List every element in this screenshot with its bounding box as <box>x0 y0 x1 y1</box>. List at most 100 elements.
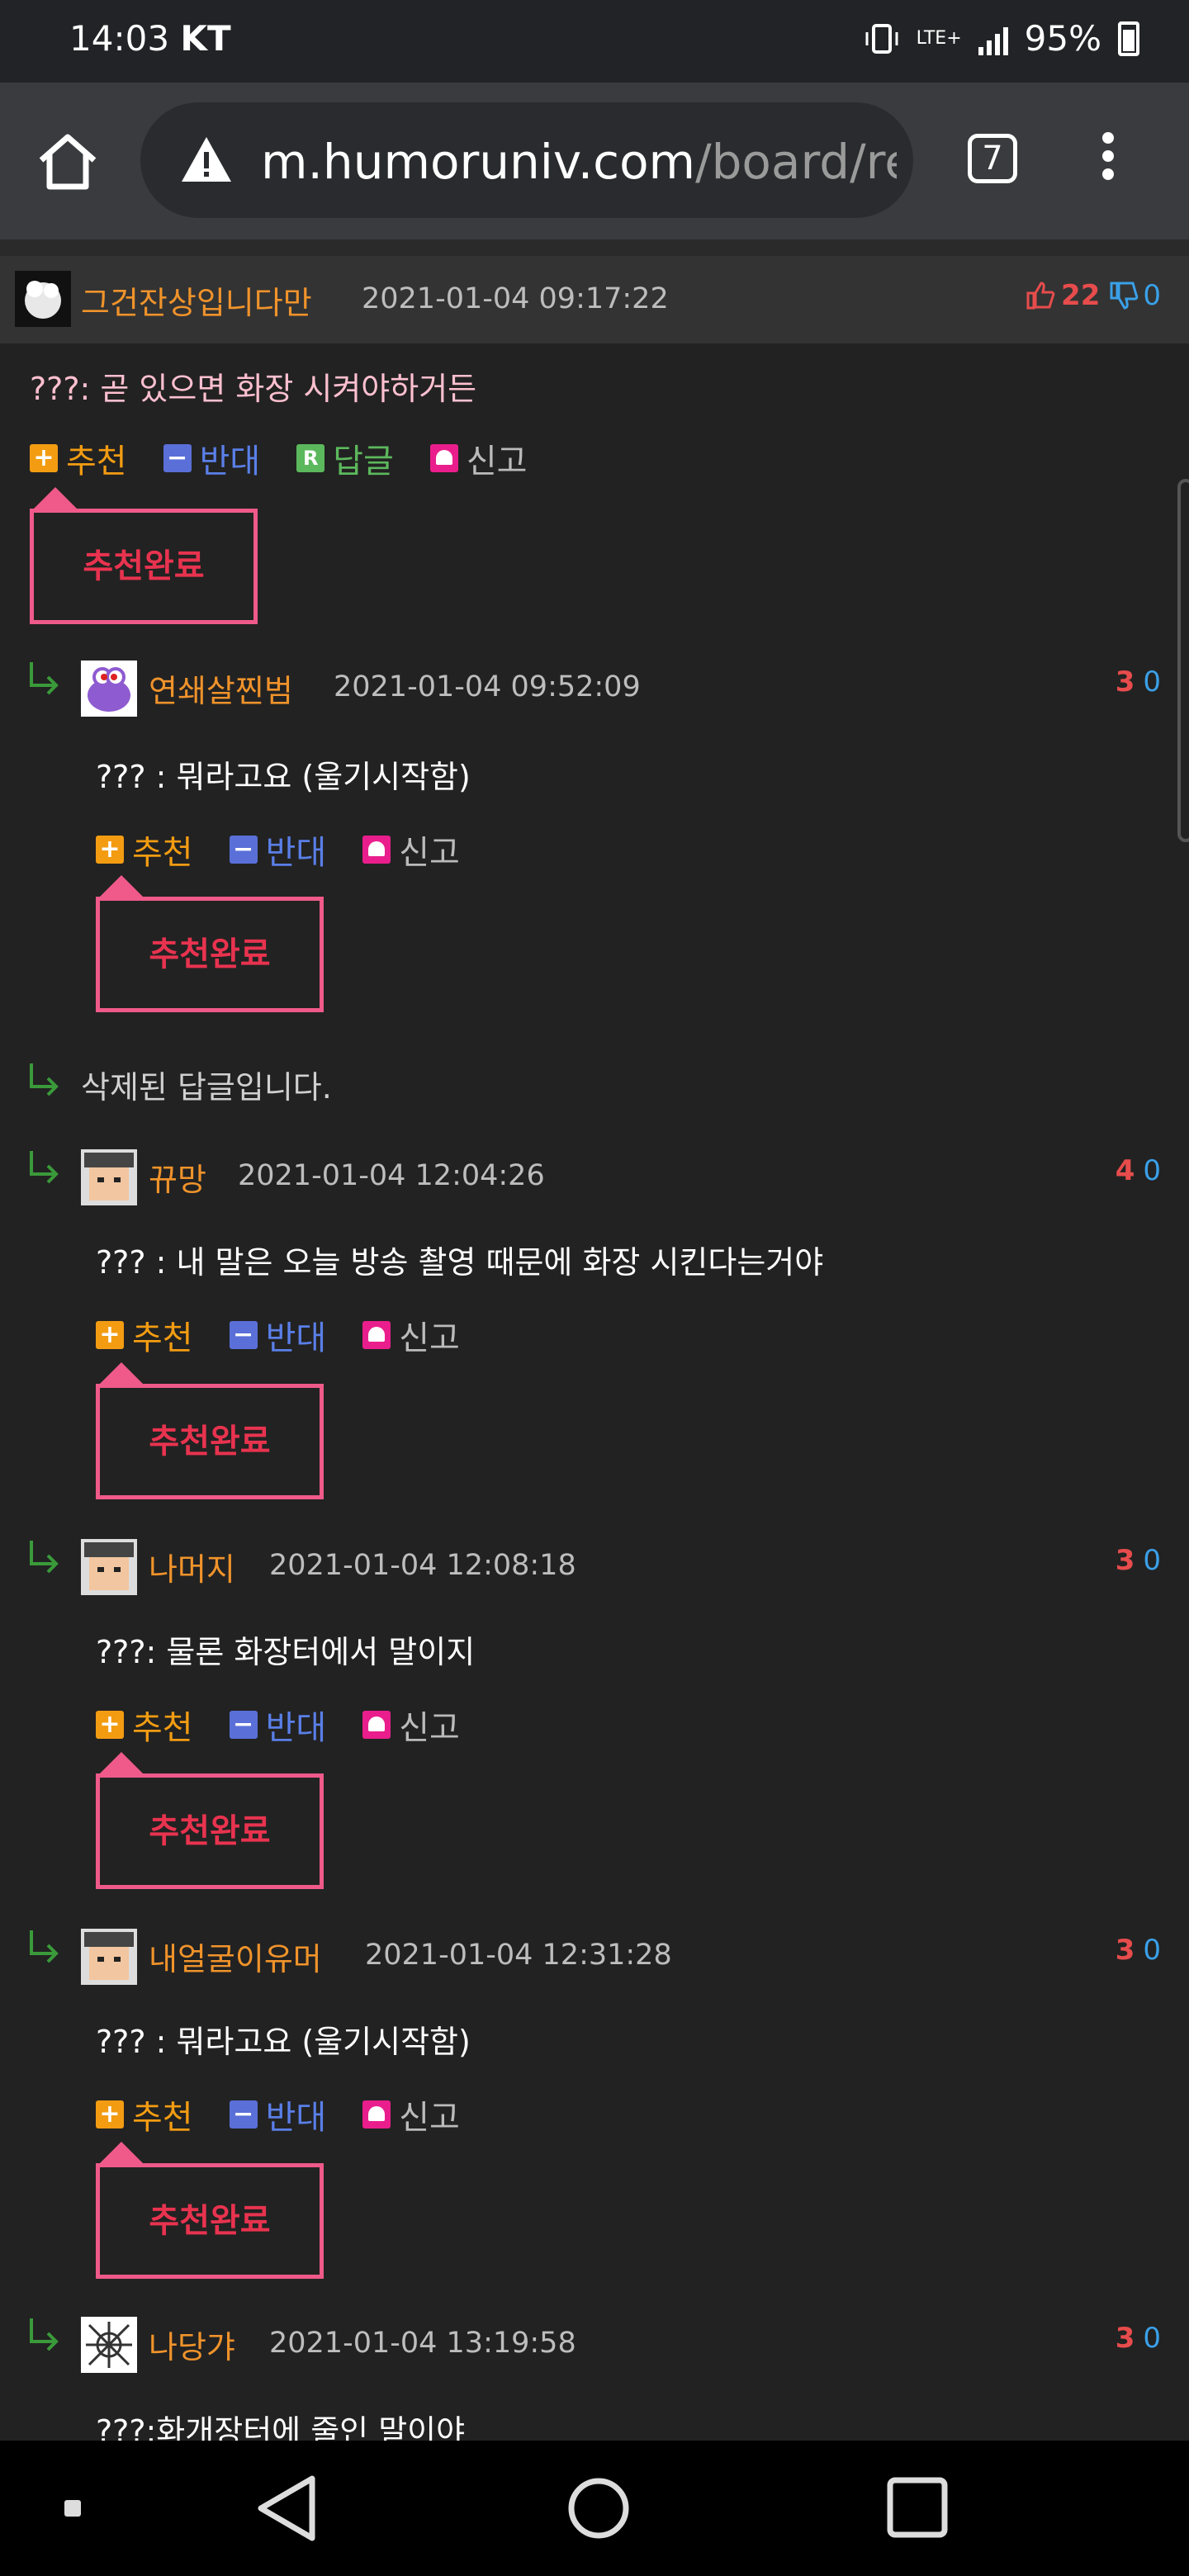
downvote-count: 0 <box>1143 1154 1161 1187</box>
siren-icon <box>362 1321 391 1349</box>
report-label: 신고 <box>466 443 528 481</box>
report-label: 신고 <box>399 1319 460 1357</box>
oppose-button[interactable]: − 반대 <box>229 1311 327 1359</box>
oppose-label: 반대 <box>199 443 261 481</box>
reply-label: 답글 <box>333 443 394 481</box>
thumb-down-icon <box>1110 282 1139 310</box>
comment-date: 2021-01-04 12:04:26 <box>238 1159 545 1192</box>
toolbar-divider <box>0 239 1189 256</box>
comment-author[interactable]: 연쇄살찐범 <box>149 665 293 711</box>
oppose-label: 반대 <box>265 1319 327 1357</box>
recommend-button[interactable]: + 추천 <box>30 434 127 482</box>
small-square-icon[interactable] <box>50 2441 99 2576</box>
comment-text: ???: 물론 화장터에서 말이지 <box>96 1634 476 1670</box>
home-icon[interactable] <box>36 130 99 193</box>
avatar[interactable] <box>81 1539 137 1595</box>
url-text[interactable]: m.humoruniv.com/board/re <box>261 134 897 190</box>
siren-icon <box>429 444 458 472</box>
status-bar: 14:03 KT LTE+ 95% <box>0 0 1189 83</box>
report-label: 신고 <box>399 834 460 872</box>
comment-text: ???: 곧 있으면 화장 시켜야하거든 <box>30 371 477 407</box>
recent-square-icon[interactable] <box>880 2441 955 2576</box>
report-button[interactable]: 신고 <box>429 434 528 482</box>
reply-arrow-icon <box>30 662 59 695</box>
back-triangle-icon[interactable] <box>248 2441 330 2576</box>
comment-actions: + 추천 − 반대 신고 <box>96 826 496 874</box>
oppose-button[interactable]: − 반대 <box>229 826 327 874</box>
url-path: /board/re <box>695 134 897 190</box>
recommend-button[interactable]: + 추천 <box>96 2091 193 2138</box>
recommend-button[interactable]: + 추천 <box>96 1701 193 1749</box>
tab-switcher-button[interactable]: 7 <box>968 134 1017 183</box>
comment-date: 2021-01-04 12:08:18 <box>269 1549 576 1582</box>
comment-actions: + 추천 − 반대 신고 <box>96 1311 496 1359</box>
home-circle-icon[interactable] <box>561 2441 636 2576</box>
report-button[interactable]: 신고 <box>362 2091 460 2138</box>
avatar[interactable] <box>81 2317 137 2373</box>
status-time: 14:03 KT <box>69 18 231 59</box>
report-button[interactable]: 신고 <box>362 1701 460 1749</box>
comment-date: 2021-01-04 09:52:09 <box>334 670 641 703</box>
avatar[interactable] <box>81 661 137 717</box>
recommend-button[interactable]: + 추천 <box>96 1311 193 1359</box>
oppose-label: 반대 <box>265 2099 327 2137</box>
scroll-indicator[interactable] <box>1177 479 1189 842</box>
vote-counts: 30 <box>1116 1544 1161 1577</box>
recommend-button[interactable]: + 추천 <box>96 826 193 874</box>
recommend-label: 추천 <box>132 834 193 872</box>
reply-arrow-icon <box>30 1063 59 1096</box>
status-icons: LTE+ 95% <box>864 18 1139 59</box>
reply-button[interactable]: R 답글 <box>296 434 394 482</box>
comment-author[interactable]: 그건잔상입니다만 <box>81 277 312 323</box>
downvote-count: 0 <box>1143 1544 1161 1577</box>
avatar[interactable] <box>81 1929 137 1985</box>
oppose-button[interactable]: − 반대 <box>229 1701 327 1749</box>
comment-author[interactable]: 나당갸 <box>149 2322 235 2367</box>
recommend-label: 추천 <box>132 2099 193 2137</box>
minus-icon: − <box>163 444 192 472</box>
upvote-count: 3 <box>1115 1544 1135 1577</box>
reply-r-icon: R <box>296 444 325 472</box>
downvote-count: 0 <box>1143 665 1161 698</box>
address-bar[interactable]: m.humoruniv.com/board/re <box>140 102 913 218</box>
report-button[interactable]: 신고 <box>362 1311 460 1359</box>
siren-icon <box>362 836 391 864</box>
recommended-badge: 추천완료 <box>96 875 324 1012</box>
report-label: 신고 <box>399 2099 460 2137</box>
siren-icon <box>362 2100 391 2129</box>
comment-author[interactable]: 뀨망 <box>149 1154 206 1200</box>
more-vert-icon[interactable] <box>1098 127 1118 193</box>
oppose-button[interactable]: − 반대 <box>229 2091 327 2138</box>
oppose-label: 반대 <box>265 834 327 872</box>
downvote-count: 0 <box>1143 279 1161 312</box>
minus-icon: − <box>229 1711 258 1739</box>
reply-arrow-icon <box>30 1541 59 1574</box>
oppose-label: 반대 <box>265 1709 327 1747</box>
reply-arrow-icon <box>30 1151 59 1184</box>
system-nav-bar <box>0 2441 1189 2576</box>
upvote-count: 3 <box>1115 2322 1135 2355</box>
report-button[interactable]: 신고 <box>362 826 460 874</box>
carrier: KT <box>180 18 231 59</box>
recommended-badge: 추천완료 <box>96 1362 324 1499</box>
vote-counts: 30 <box>1116 665 1161 698</box>
vote-counts: 30 <box>1116 2322 1161 2355</box>
avatar[interactable] <box>81 1149 137 1205</box>
browser-toolbar: m.humoruniv.com/board/re 7 <box>0 83 1189 239</box>
comment-text: ??? : 뭐라고요 (울기시작함) <box>96 759 471 795</box>
vote-counts: 30 <box>1116 1934 1161 1967</box>
comment-text: ??? : 내 말은 오늘 방송 촬영 때문에 화장 시킨다는거야 <box>96 1244 824 1281</box>
comment-author[interactable]: 나머지 <box>149 1544 235 1589</box>
warning-icon[interactable] <box>180 134 233 187</box>
oppose-button[interactable]: − 반대 <box>163 434 261 482</box>
clock: 14:03 <box>69 18 170 59</box>
vote-counts: 22 0 <box>1025 279 1161 312</box>
vibrate-icon <box>865 23 898 54</box>
comment-header: 그건잔상입니다만 2021-01-04 09:17:22 22 0 <box>0 256 1189 343</box>
comment-author[interactable]: 내얼굴이유머 <box>149 1934 322 1979</box>
plus-icon: + <box>30 444 58 472</box>
comment-actions: + 추천 − 반대 신고 <box>96 2091 496 2138</box>
network-type: LTE+ <box>916 28 962 49</box>
recommended-badge: 추천완료 <box>30 487 258 624</box>
avatar[interactable] <box>15 271 71 327</box>
